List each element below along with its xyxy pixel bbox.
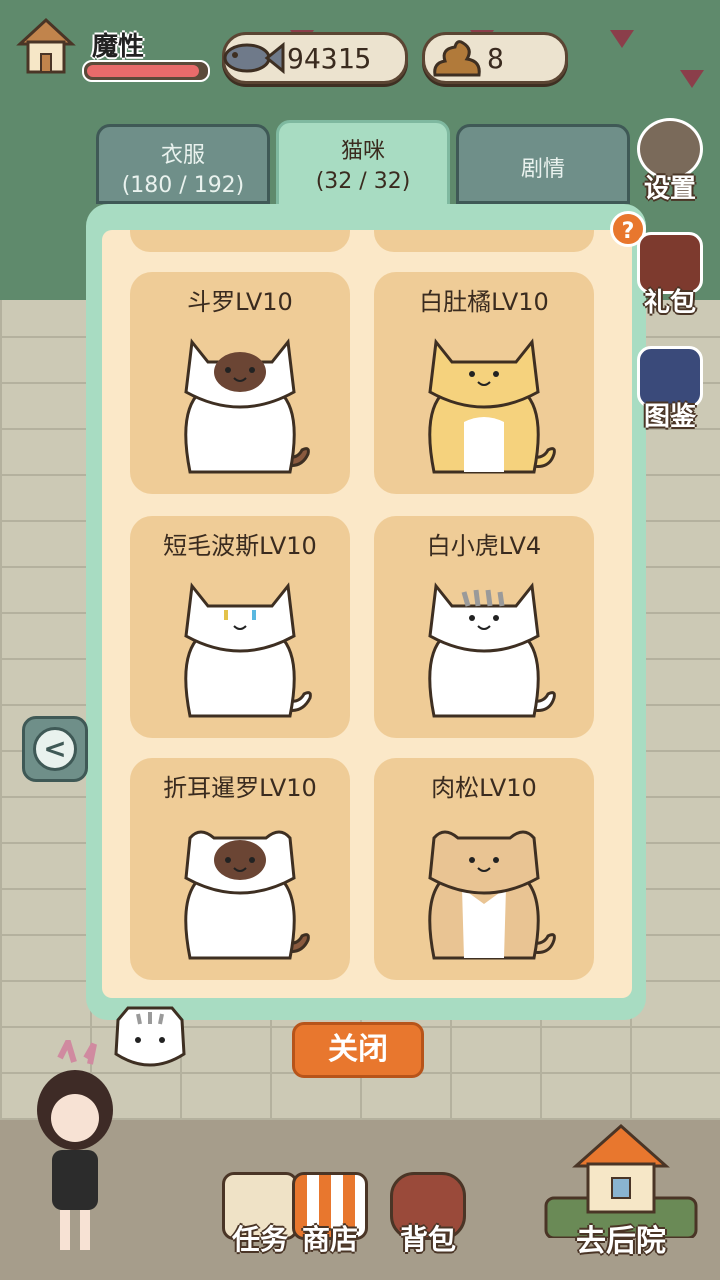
- grey-tabby-cat-icon: [428, 582, 556, 718]
- backyard-label: 去后院: [576, 1224, 666, 1259]
- gift-label: 礼包: [643, 288, 696, 318]
- tab-story-label: 剧情: [520, 157, 565, 182]
- tab-cats-label: 猫咪: [340, 139, 385, 164]
- tab-clothes[interactable]: 衣服 (180 / 192): [96, 124, 270, 204]
- shop-button[interactable]: 商店: [288, 1172, 372, 1262]
- tab-clothes-label: 衣服: [160, 143, 205, 168]
- poop-icon: [433, 40, 481, 77]
- settings-label: 设置: [643, 174, 696, 204]
- siamese-cat-icon: [184, 338, 310, 474]
- album-button[interactable]: 图鉴: [634, 346, 706, 433]
- cat-card[interactable]: 短毛波斯LV10: [130, 516, 350, 738]
- mascot-cat-decoration: [114, 1006, 186, 1067]
- cat-name: 斗罗LV10: [187, 288, 293, 316]
- tab-cats[interactable]: 猫咪 (32 / 32): [276, 120, 450, 216]
- close-button[interactable]: 关闭: [292, 1022, 424, 1078]
- scroll-left-button[interactable]: <: [22, 716, 88, 782]
- cat-name: 肉松LV10: [431, 774, 537, 802]
- cat-card[interactable]: 斗罗LV10: [130, 272, 350, 494]
- player-character: [37, 1040, 113, 1250]
- partial-cat-card: [374, 230, 594, 252]
- album-label: 图鉴: [643, 402, 696, 432]
- cat-card[interactable]: 白肚橘LV10: [374, 272, 594, 494]
- pennant-decoration: [610, 30, 634, 48]
- coin-value: 94315: [287, 41, 372, 75]
- health-bar-fill: [87, 65, 199, 77]
- backpack-label: 背包: [399, 1223, 456, 1256]
- white-persian-cat-icon: [184, 582, 312, 718]
- backpack-button[interactable]: 背包: [386, 1172, 470, 1262]
- fish-coin-icon: [223, 41, 285, 75]
- cat-name: 短毛波斯LV10: [163, 532, 317, 560]
- shop-label: 商店: [301, 1223, 358, 1256]
- coin-counter: 94315: [222, 32, 408, 84]
- home-house-icon[interactable]: [14, 14, 78, 78]
- settings-button[interactable]: 设置: [634, 118, 706, 205]
- gift-button[interactable]: 礼包: [634, 232, 706, 319]
- cat-name: 白小虎LV4: [426, 532, 542, 560]
- cat-card[interactable]: 肉松LV10: [374, 758, 594, 980]
- orange-white-cat-icon: [428, 338, 556, 474]
- tab-cats-count: (32 / 32): [315, 169, 411, 194]
- health-bar: [82, 60, 210, 82]
- tab-story[interactable]: 剧情: [456, 124, 630, 204]
- backyard-button[interactable]: 去后院: [536, 1108, 706, 1259]
- cat-name: 白肚橘LV10: [419, 288, 549, 316]
- cream-fold-cat-icon: [428, 830, 556, 960]
- poop-value: 8: [487, 41, 504, 75]
- chevron-left-icon: <: [33, 727, 77, 771]
- pennant-decoration: [680, 70, 704, 88]
- tab-clothes-count: (180 / 192): [121, 173, 245, 198]
- siamese-fold-cat-icon: [184, 830, 310, 960]
- poop-counter: 8: [422, 32, 568, 84]
- cat-card[interactable]: 折耳暹罗LV10: [130, 758, 350, 980]
- cat-name: 折耳暹罗LV10: [163, 774, 317, 802]
- partial-cat-card: [130, 230, 350, 252]
- cat-card[interactable]: 白小虎LV4: [374, 516, 594, 738]
- player-name: 魔性: [92, 32, 145, 62]
